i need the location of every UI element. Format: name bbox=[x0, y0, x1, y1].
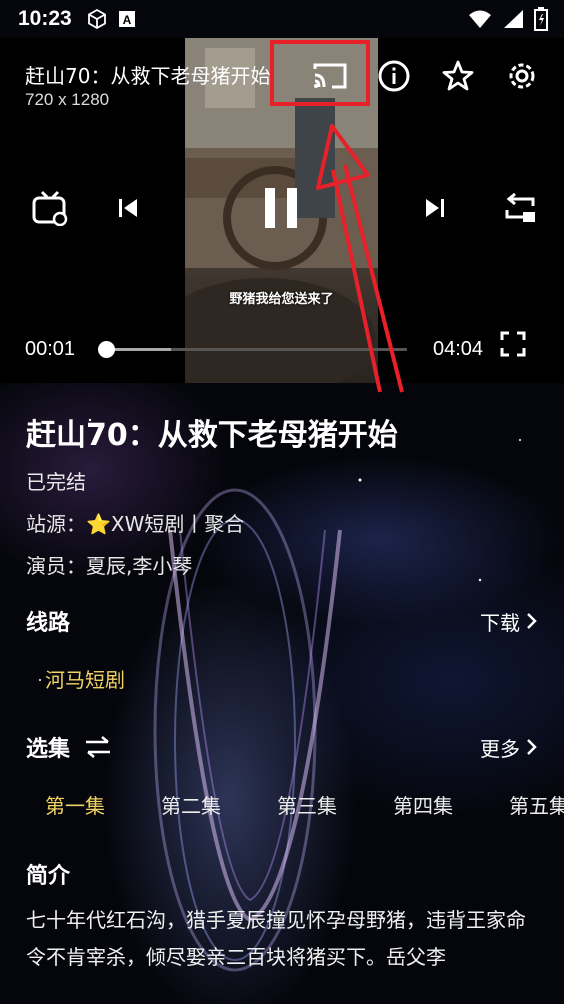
show-details: 赶山70：从救下老母猪开始 已完结 站源：⭐XW短剧丨聚合 演员：夏辰,李小琴 bbox=[26, 410, 564, 578]
signal-icon bbox=[504, 10, 523, 28]
skip-next-icon bbox=[426, 199, 444, 217]
episode-item[interactable]: 第四集 bbox=[393, 790, 509, 819]
switch-icon bbox=[505, 193, 535, 222]
favorite-button[interactable] bbox=[438, 56, 478, 96]
fullscreen-icon bbox=[500, 331, 526, 357]
next-button[interactable] bbox=[415, 188, 455, 228]
status-bar: 10:23 A bbox=[0, 0, 564, 38]
switch-button[interactable] bbox=[500, 188, 540, 228]
pause-icon bbox=[265, 188, 297, 228]
current-time: 00:01 bbox=[25, 338, 76, 360]
video-subtitle: 野猪我给您送来了 bbox=[229, 292, 334, 307]
episodes-header: 选集 更多 bbox=[26, 731, 538, 763]
episodes-title: 选集 bbox=[26, 737, 71, 762]
intro-text: 七十年代红石沟，猎手夏辰撞见怀孕母野猪，违背王家命令不肯宰杀，倾尽娶亲二百块将猪… bbox=[26, 908, 526, 969]
show-status: 已完结 bbox=[26, 470, 86, 494]
star-icon bbox=[442, 60, 474, 91]
download-link[interactable]: 下载 bbox=[480, 607, 538, 636]
skip-previous-icon bbox=[119, 199, 137, 217]
battery-icon bbox=[534, 7, 548, 31]
video-player[interactable]: 野猪我给您送来了 赶山70：从救下老母猪开始 720 x 1280 00:01 … bbox=[0, 38, 564, 383]
swap-icon[interactable] bbox=[84, 735, 112, 759]
more-label: 更多 bbox=[480, 736, 520, 761]
episode-item[interactable]: 第一集 bbox=[45, 790, 161, 819]
progress-thumb[interactable] bbox=[97, 341, 115, 358]
cast-highlight-box bbox=[270, 40, 370, 106]
info-button[interactable] bbox=[374, 56, 414, 96]
wifi-icon bbox=[469, 10, 491, 28]
tv-icon bbox=[32, 190, 68, 226]
previous-button[interactable] bbox=[108, 188, 148, 228]
cube-icon bbox=[87, 8, 106, 30]
show-source[interactable]: 站源：⭐XW短剧丨聚合 bbox=[26, 508, 244, 537]
episode-item[interactable]: 第三集 bbox=[277, 790, 393, 819]
episode-item[interactable]: 第五集 bbox=[509, 790, 564, 819]
intro-title: 简介 bbox=[26, 864, 71, 889]
route-item[interactable]: 河马短剧 bbox=[45, 664, 125, 693]
svg-text:A: A bbox=[122, 13, 131, 27]
font-app-icon: A bbox=[118, 11, 135, 27]
settings-button[interactable] bbox=[502, 56, 542, 96]
progress-buffer bbox=[105, 348, 172, 351]
routes-title: 线路 bbox=[26, 611, 71, 636]
routes-header: 线路 下载 bbox=[26, 605, 538, 637]
status-time: 10:23 bbox=[18, 7, 72, 30]
settings-icon bbox=[509, 63, 535, 89]
episode-list: 第一集 第二集 第三集 第四集 第五集 bbox=[45, 790, 564, 819]
show-cast: 演员：夏辰,李小琴 bbox=[26, 554, 193, 578]
tv-button[interactable] bbox=[30, 188, 70, 228]
download-label: 下载 bbox=[480, 610, 520, 635]
progress-slider[interactable] bbox=[97, 341, 407, 358]
chevron-right-icon bbox=[527, 739, 537, 755]
chevron-right-icon bbox=[527, 613, 537, 629]
more-episodes-link[interactable]: 更多 bbox=[480, 733, 538, 762]
total-time: 04:04 bbox=[433, 338, 484, 360]
fullscreen-button[interactable] bbox=[500, 331, 526, 361]
episode-item[interactable]: 第二集 bbox=[161, 790, 277, 819]
pause-button[interactable] bbox=[261, 188, 301, 228]
info-icon bbox=[378, 60, 410, 92]
video-resolution: 720 x 1280 bbox=[25, 90, 110, 109]
show-title: 赶山70：从救下老母猪开始 bbox=[26, 418, 398, 453]
video-title: 赶山70：从救下老母猪开始 bbox=[25, 64, 270, 88]
